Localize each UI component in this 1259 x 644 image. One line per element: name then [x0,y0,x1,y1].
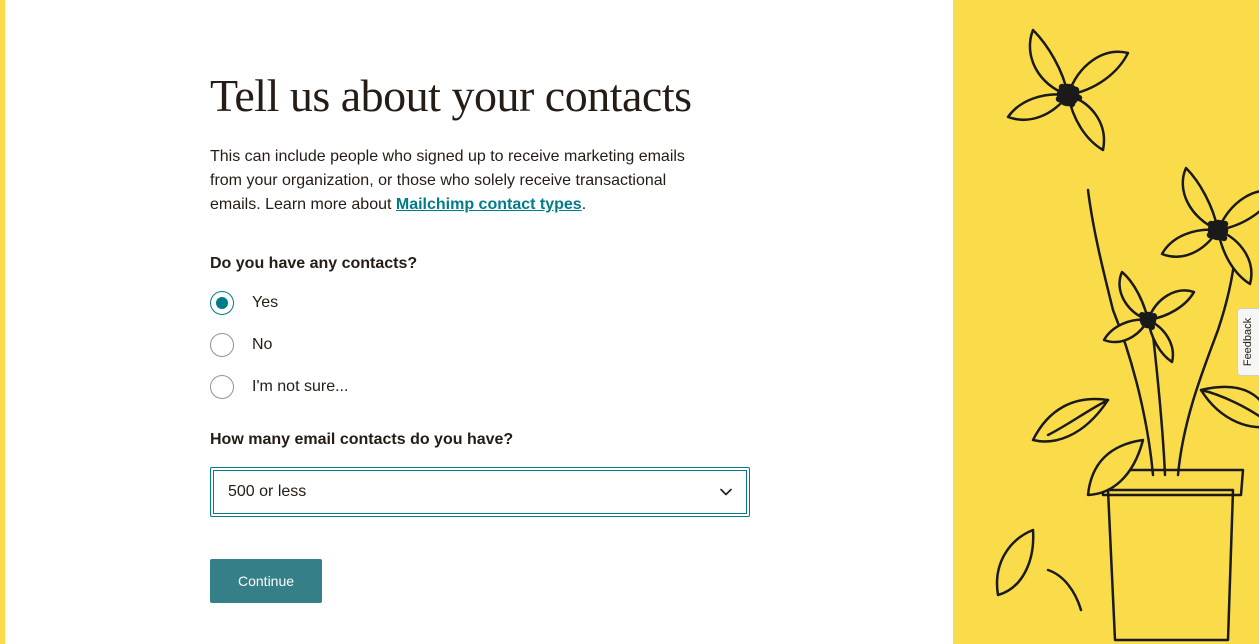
select-focus-ring: 500 or less [210,467,750,517]
flower-illustration [953,0,1259,644]
feedback-tab[interactable]: Feedback [1237,308,1259,376]
continue-button[interactable]: Continue [210,559,322,603]
chevron-down-icon [720,486,732,498]
main-content: Tell us about your contacts This can inc… [5,0,953,644]
radio-label: I'm not sure... [252,378,348,396]
radio-option-yes[interactable]: Yes [210,291,760,315]
illustration-panel [953,0,1259,644]
contact-count-select-wrapper: 500 or less [210,467,750,517]
question-how-many-label: How many email contacts do you have? [210,431,760,449]
radio-option-not-sure[interactable]: I'm not sure... [210,375,760,399]
radio-option-no[interactable]: No [210,333,760,357]
radio-group-have-contacts: Yes No I'm not sure... [210,291,760,399]
radio-icon [210,375,234,399]
subtext-after: . [582,196,586,213]
radio-icon [210,333,234,357]
form-area: Tell us about your contacts This can inc… [210,70,760,603]
contact-count-select[interactable]: 500 or less [213,470,747,514]
question-have-contacts-label: Do you have any contacts? [210,255,760,273]
radio-label: No [252,336,272,354]
contact-types-link[interactable]: Mailchimp contact types [396,196,582,213]
feedback-label: Feedback [1243,318,1255,366]
radio-label: Yes [252,294,278,312]
page-heading: Tell us about your contacts [210,70,760,123]
page-subtext: This can include people who signed up to… [210,145,715,217]
select-value: 500 or less [228,483,306,501]
radio-icon [210,291,234,315]
